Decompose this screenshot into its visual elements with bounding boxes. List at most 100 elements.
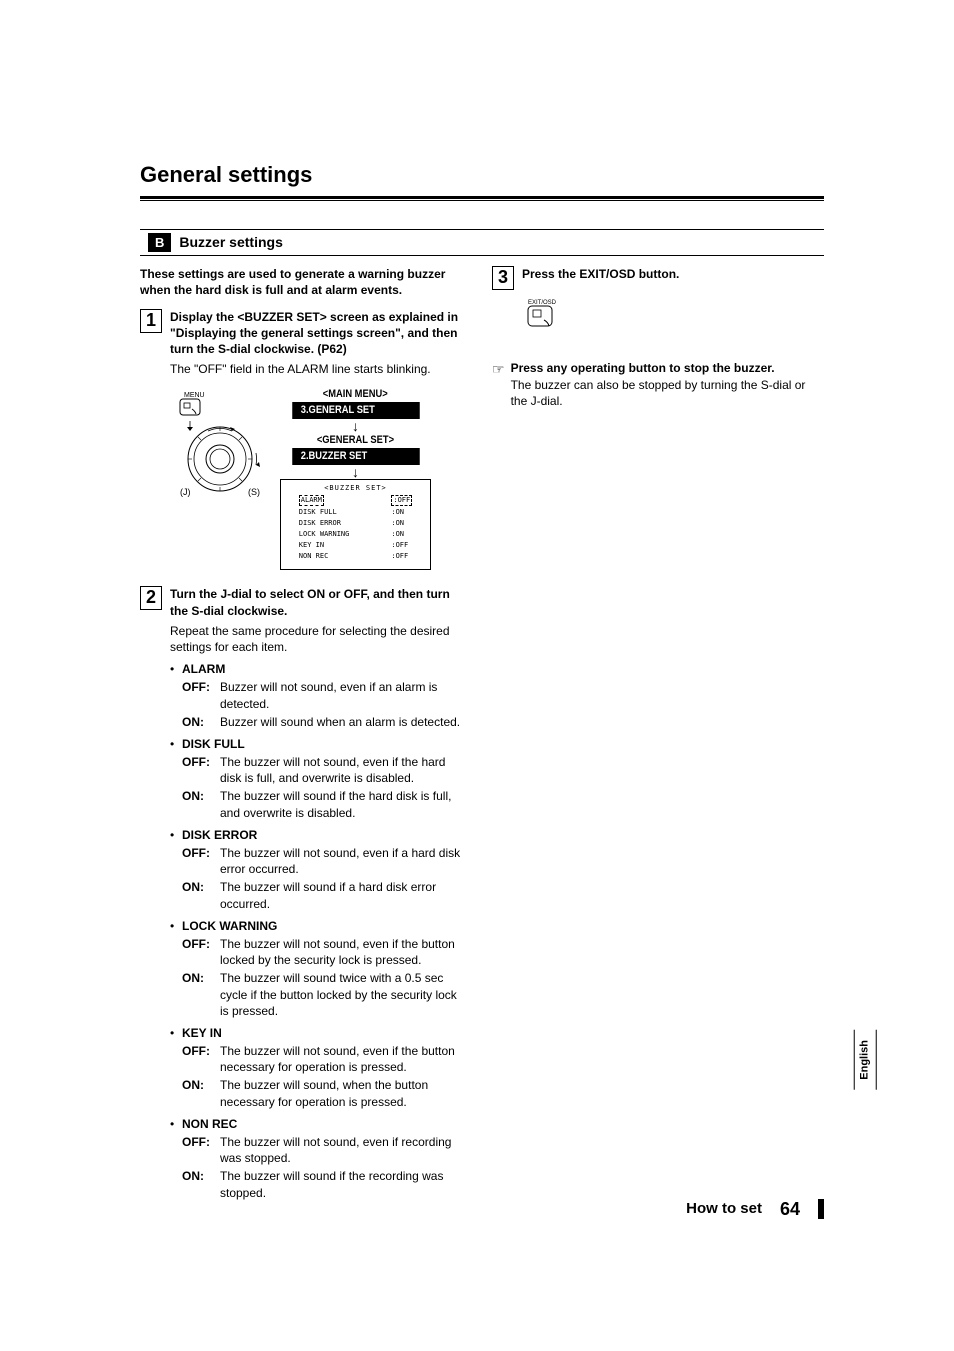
page-title: General settings xyxy=(140,160,824,190)
osd-v1: :ON xyxy=(389,508,414,517)
on-text: The buzzer will sound if the hard disk i… xyxy=(220,788,468,820)
s-label: (S) xyxy=(248,487,260,497)
setting-title: LOCK WARNING xyxy=(182,918,468,934)
menu-label: MENU xyxy=(184,392,205,399)
osd-title: <BUZZER SET> xyxy=(283,484,428,493)
setting-title: DISK ERROR xyxy=(182,827,468,843)
on-text: The buzzer will sound if a hard disk err… xyxy=(220,879,468,911)
osd-k2: DISK ERROR xyxy=(297,519,352,528)
setting-title: NON REC xyxy=(182,1116,468,1132)
bullet-dot: • xyxy=(170,918,182,1019)
off-text: The buzzer will not sound, even if the b… xyxy=(220,936,468,968)
step-2-bold: Turn the J-dial to select ON or OFF, and… xyxy=(170,587,450,617)
osd-k5: NON REC xyxy=(297,552,352,561)
j-label: (J) xyxy=(180,487,191,497)
on-label: ON: xyxy=(182,1077,220,1109)
section-header: B Buzzer settings xyxy=(140,229,824,257)
menu-bar-1: 3.GENERAL SET xyxy=(292,402,420,419)
note-bold: Press any operating button to stop the b… xyxy=(511,361,775,375)
note-block: ☞ Press any operating button to stop the… xyxy=(492,360,820,409)
on-text: Buzzer will sound when an alarm is detec… xyxy=(220,714,468,730)
setting-title: DISK FULL xyxy=(182,736,468,752)
section-tag: B xyxy=(148,233,171,253)
note-text: The buzzer can also be stopped by turnin… xyxy=(511,377,820,409)
step-2-sub: Repeat the same procedure for selecting … xyxy=(170,623,468,655)
setting-title: ALARM xyxy=(182,661,468,677)
bullet-dot: • xyxy=(170,827,182,912)
osd-k1: DISK FULL xyxy=(297,508,352,517)
dial-figure: MENU xyxy=(170,387,468,570)
off-text: Buzzer will not sound, even if an alarm … xyxy=(220,679,468,711)
step-number: 2 xyxy=(140,586,162,610)
off-text: The buzzer will not sound, even if recor… xyxy=(220,1134,468,1166)
footer-bar xyxy=(818,1199,824,1219)
bullet-dot: • xyxy=(170,736,182,821)
menu-bar-2: 2.BUZZER SET xyxy=(292,448,420,465)
dial-svg: MENU xyxy=(170,387,270,497)
section-title: Buzzer settings xyxy=(179,233,282,252)
setting-item: •DISK FULL OFF:The buzzer will not sound,… xyxy=(170,736,468,821)
menu-heading-2: <GENERAL SET> xyxy=(317,433,394,448)
off-label: OFF: xyxy=(182,1043,220,1075)
osd-v2: :ON xyxy=(389,519,414,528)
setting-title: KEY IN xyxy=(182,1025,468,1041)
step-3: 3 Press the EXIT/OSD button. xyxy=(492,266,820,290)
setting-item: •LOCK WARNING OFF:The buzzer will not sou… xyxy=(170,918,468,1019)
osd-v3: :ON xyxy=(389,530,414,539)
off-label: OFF: xyxy=(182,845,220,877)
language-tab: English xyxy=(854,1030,877,1090)
bullet-dot: • xyxy=(170,1025,182,1110)
on-label: ON: xyxy=(182,788,220,820)
osd-k3: LOCK WARNING xyxy=(297,530,352,539)
step-1-sub: The "OFF" field in the ALARM line starts… xyxy=(170,361,468,377)
osd-screen: <BUZZER SET> ALARM :OFF DISK FULL :ON DISK… xyxy=(280,479,431,571)
exit-button-figure: EXIT/OSD xyxy=(522,296,820,340)
osd-v4: :OFF xyxy=(389,541,414,550)
off-text: The buzzer will not sound, even if the h… xyxy=(220,754,468,786)
setting-item: •KEY IN OFF:The buzzer will not sound, ev… xyxy=(170,1025,468,1110)
title-rule xyxy=(140,196,824,201)
menu-stack: <MAIN MENU> 3.GENERAL SET ↓ <GENERAL SET… xyxy=(280,387,431,570)
on-text: The buzzer will sound if the recording w… xyxy=(220,1168,468,1200)
setting-item: •NON REC OFF:The buzzer will not sound, e… xyxy=(170,1116,468,1201)
on-label: ON: xyxy=(182,879,220,911)
down-arrow-icon: ↓ xyxy=(352,467,359,477)
menu-heading-1: <MAIN MENU> xyxy=(323,387,388,402)
on-label: ON: xyxy=(182,1168,220,1200)
footer: How to set 64 xyxy=(686,1197,824,1221)
osd-k0: ALARM xyxy=(301,496,322,504)
step-1: 1 Display the <BUZZER SET> screen as exp… xyxy=(140,309,468,358)
on-text: The buzzer will sound twice with a 0.5 s… xyxy=(220,970,468,1019)
setting-item: •DISK ERROR OFF:The buzzer will not sound… xyxy=(170,827,468,912)
off-text: The buzzer will not sound, even if the b… xyxy=(220,1043,468,1075)
step-1-bold: Display the <BUZZER SET> screen as expla… xyxy=(170,310,458,356)
osd-v0: :OFF xyxy=(393,496,410,504)
down-arrow-icon: ↓ xyxy=(352,421,359,431)
step-3-bold: Press the EXIT/OSD button. xyxy=(522,267,679,281)
on-text: The buzzer will sound, when the button n… xyxy=(220,1077,468,1109)
setting-item: •ALARM OFF:Buzzer will not sound, even if… xyxy=(170,661,468,730)
exit-osd-label: EXIT/OSD xyxy=(528,300,557,306)
bullet-dot: • xyxy=(170,661,182,730)
step-number: 1 xyxy=(140,309,162,333)
footer-label: How to set xyxy=(686,1199,762,1219)
off-label: OFF: xyxy=(182,936,220,968)
right-column: 3 Press the EXIT/OSD button. EXIT/OSD ☞ … xyxy=(492,266,820,1201)
off-label: OFF: xyxy=(182,679,220,711)
pointer-icon: ☞ xyxy=(492,360,505,409)
bullet-dot: • xyxy=(170,1116,182,1201)
osd-v5: :OFF xyxy=(389,552,414,561)
intro-text: These settings are used to generate a wa… xyxy=(140,266,468,298)
settings-list: •ALARMOFF:Buzzer will not sound, even if… xyxy=(170,661,468,1201)
on-label: ON: xyxy=(182,970,220,1019)
page-number: 64 xyxy=(780,1197,800,1221)
off-text: The buzzer will not sound, even if a har… xyxy=(220,845,468,877)
off-label: OFF: xyxy=(182,754,220,786)
step-2: 2 Turn the J-dial to select ON or OFF, a… xyxy=(140,586,468,618)
step-number: 3 xyxy=(492,266,514,290)
off-label: OFF: xyxy=(182,1134,220,1166)
on-label: ON: xyxy=(182,714,220,730)
osd-k4: KEY IN xyxy=(297,541,352,550)
left-column: These settings are used to generate a wa… xyxy=(140,266,468,1201)
exit-button-svg: EXIT/OSD xyxy=(522,296,562,336)
